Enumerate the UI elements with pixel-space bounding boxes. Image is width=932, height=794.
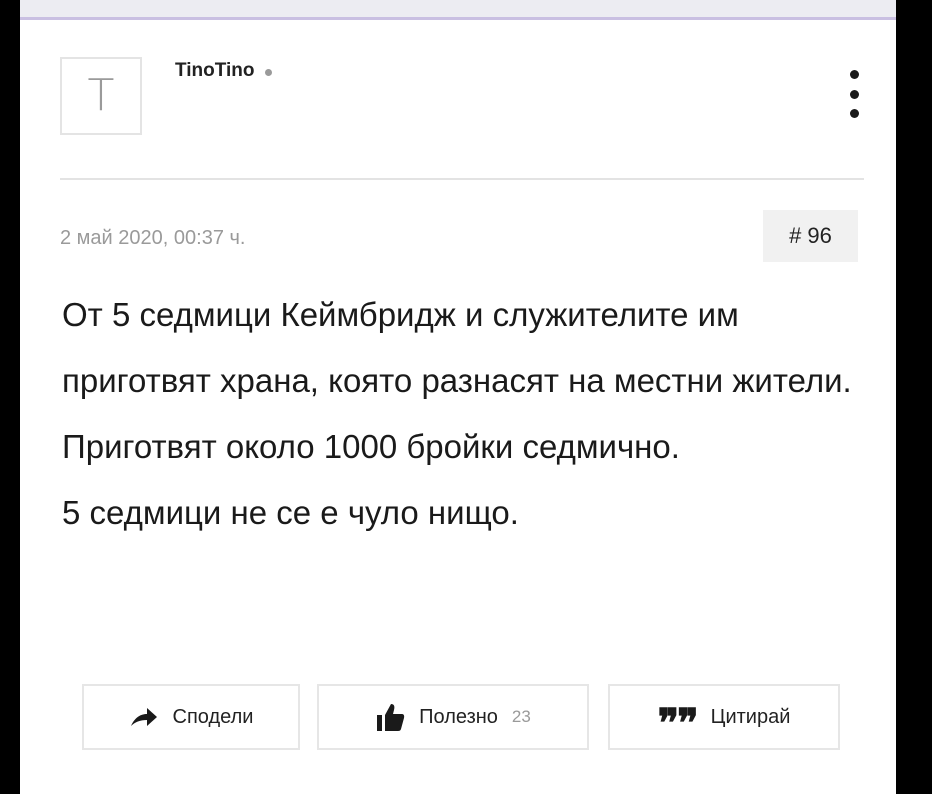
quote-icon: ❞❞ (657, 700, 699, 747)
kebab-dot (849, 109, 859, 118)
post-paragraph: От 5 седмици Кеймбридж и служителите им … (62, 296, 852, 465)
avatar[interactable]: T (60, 57, 142, 135)
share-label: Сподели (172, 705, 254, 728)
header-divider (60, 178, 864, 180)
post-date: 2 май 2020, 00:37 ч. (60, 227, 246, 249)
username-link[interactable]: TinoTino (175, 60, 255, 82)
kebab-menu-icon[interactable] (844, 70, 864, 118)
post-body: От 5 седмици Кеймбридж и служителите им … (62, 282, 852, 546)
quote-label: Цитирай (710, 705, 791, 728)
useful-label: Полезно (419, 705, 498, 728)
forum-post: T TinoTino 2 май 2020, 00:37 ч. # 96 От … (20, 20, 896, 794)
thumbs-up-icon (375, 701, 405, 733)
post-paragraph: 5 седмици не се е чуло нищо. (62, 494, 519, 531)
avatar-letter: T (87, 70, 115, 121)
post-number-link[interactable]: # 96 (763, 210, 858, 262)
useful-count: 23 (511, 707, 531, 726)
screenshot-frame: T TinoTino 2 май 2020, 00:37 ч. # 96 От … (0, 0, 932, 794)
useful-button[interactable]: Полезно 23 (317, 684, 589, 750)
author-row: TinoTino (175, 60, 272, 82)
online-status-icon (264, 68, 272, 76)
share-button[interactable]: Сподели (82, 684, 300, 750)
share-arrow-icon (129, 706, 159, 728)
kebab-dot (849, 89, 859, 99)
quote-button[interactable]: ❞❞ Цитирай (608, 684, 840, 750)
kebab-dot (849, 70, 859, 79)
